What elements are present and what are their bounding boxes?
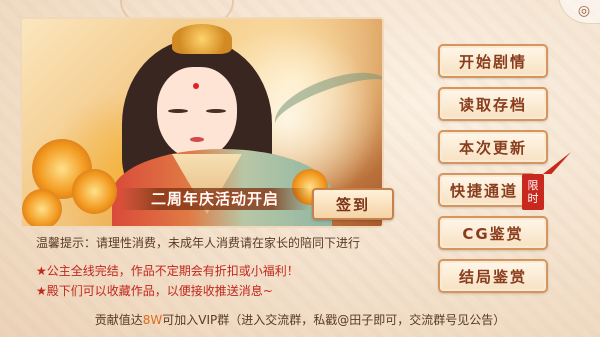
character-eye-left — [168, 109, 188, 113]
reminder-text: 温馨提示：请理性消费，未成年人消费请在家长的陪同下进行 — [36, 236, 361, 250]
badge-line-1: 限 — [527, 179, 539, 192]
footer-text-after: 可加入VIP群（进入交流群，私戳@田子即可，交流群号见公告） — [162, 313, 506, 327]
badge-line-2: 时 — [527, 192, 539, 205]
footer-highlight: 8W — [142, 313, 163, 327]
corner-menu-button[interactable]: ◎ — [558, 0, 600, 24]
sign-in-button[interactable]: 签到 — [312, 188, 394, 220]
character-crown — [172, 24, 232, 54]
forehead-mark — [193, 83, 199, 89]
notice-line: ★公主全线完结，作品不定期会有折扣或小福利！ — [36, 264, 299, 278]
flower-icon — [22, 189, 62, 226]
notice-line: ★殿下们可以收藏作品，以便接收推送消息~ — [36, 284, 273, 298]
event-caption: 二周年庆活动开启 — [120, 188, 310, 210]
character-face — [157, 67, 237, 159]
limited-time-badge: 限 时 — [522, 174, 544, 210]
cg-gallery-button[interactable]: CG鉴赏 — [438, 216, 548, 250]
character-lips — [190, 137, 204, 142]
footer-text-before: 贡献值达 — [94, 313, 143, 327]
flower-icon — [72, 169, 117, 214]
ending-gallery-button[interactable]: 结局鉴赏 — [438, 259, 548, 293]
update-notes-button[interactable]: 本次更新 — [438, 130, 548, 164]
vip-footer: 贡献值达8W可加入VIP群（进入交流群，私戳@田子即可，交流群号见公告） — [0, 311, 600, 328]
character-eye-right — [206, 109, 226, 113]
swirl-icon: ◎ — [577, 3, 591, 19]
start-story-button[interactable]: 开始剧情 — [438, 44, 548, 78]
load-save-button[interactable]: 读取存档 — [438, 87, 548, 121]
